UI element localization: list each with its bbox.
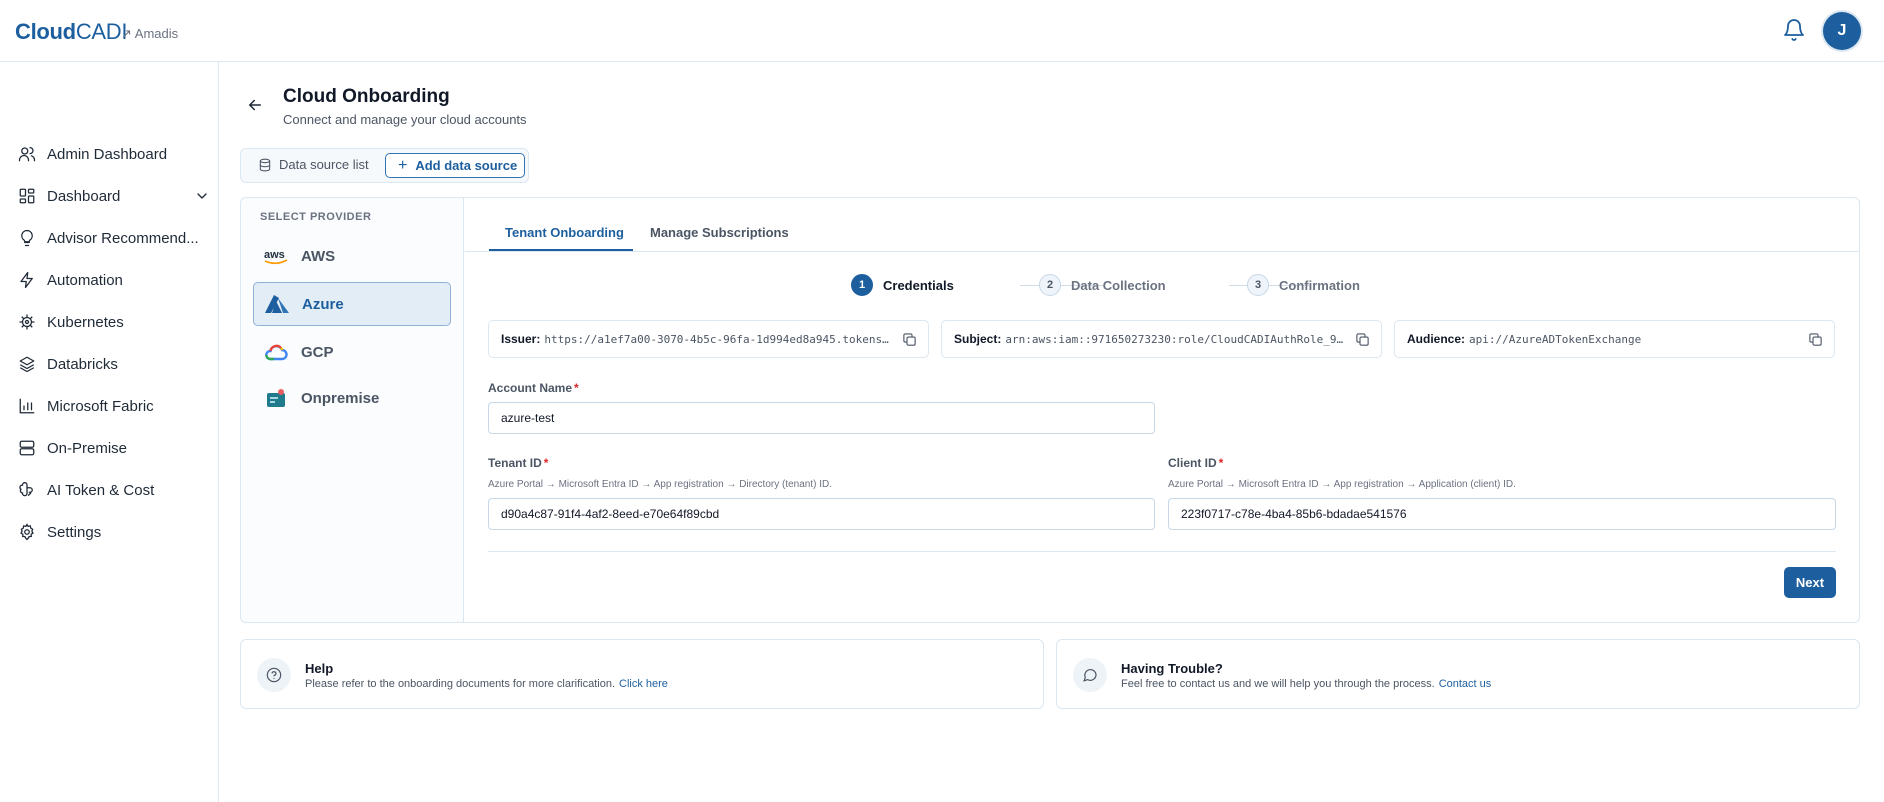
account-name-label: Account Name *	[488, 381, 579, 395]
audience-box: Audience: api://AzureADTokenExchange	[1394, 320, 1835, 358]
tenant-id-label: Tenant ID *	[488, 456, 549, 470]
user-avatar[interactable]: J	[1823, 12, 1861, 50]
bell-icon[interactable]	[1782, 18, 1806, 42]
add-data-source-tab[interactable]: + Add data source	[385, 153, 525, 178]
provider-title: SELECT PROVIDER	[260, 211, 372, 223]
sidebar-item-on-premise[interactable]: On-Premise	[18, 434, 214, 462]
provider-onpremise[interactable]: Onpremise	[253, 376, 451, 420]
step-data-collection: 2 Data Collection	[1039, 274, 1166, 296]
stepper: 1 Credentials 2 Data Collection 3 Confir…	[465, 274, 1859, 298]
plus-icon: +	[398, 156, 408, 174]
provider-aws[interactable]: aws AWS	[253, 234, 451, 278]
contact-link[interactable]: Contact us	[1439, 678, 1492, 690]
trouble-icon-wrap	[1073, 658, 1107, 692]
sidebar-item-settings[interactable]: Settings	[18, 518, 214, 546]
trouble-title: Having Trouble?	[1121, 661, 1223, 676]
database-icon	[259, 158, 271, 171]
issuer-box: Issuer: https://a1ef7a00-3070-4b5c-96fa-…	[488, 320, 929, 358]
tenant-id-hint: Azure Portal → Microsoft Entra ID → App …	[488, 479, 833, 490]
help-icon-wrap	[257, 658, 291, 692]
provider-azure[interactable]: Azure	[253, 282, 451, 326]
issuer-value: https://a1ef7a00-3070-4b5c-96fa-1d994ed8…	[544, 332, 889, 346]
step-confirmation: 3 Confirmation	[1247, 274, 1360, 296]
tenant-id-input[interactable]	[488, 498, 1155, 530]
account-name-input[interactable]	[488, 402, 1155, 434]
copy-icon[interactable]	[902, 332, 917, 347]
sidebar-item-dashboard[interactable]: Dashboard	[18, 182, 214, 210]
sidebar-item-advisor[interactable]: Advisor Recommend...	[18, 224, 214, 252]
provider-gcp[interactable]: GCP	[253, 330, 451, 374]
data-source-list-tab[interactable]: Data source list	[258, 157, 369, 172]
grid-icon	[19, 188, 35, 204]
next-button[interactable]: Next	[1784, 567, 1836, 598]
client-id-hint: Azure Portal → Microsoft Entra ID → App …	[1168, 479, 1516, 490]
users-icon	[18, 146, 36, 162]
onboarding-tabs: Tenant Onboarding Manage Subscriptions	[465, 198, 1859, 252]
sidebar-item-ai-token-cost[interactable]: AI Token & Cost	[18, 476, 214, 504]
help-title: Help	[305, 661, 334, 676]
aws-logo-icon: aws	[263, 245, 289, 267]
bolt-icon	[20, 271, 33, 289]
gear-icon	[20, 523, 34, 541]
chevron-down-icon[interactable]	[194, 188, 210, 204]
svg-text:aws: aws	[264, 249, 285, 261]
step-credentials: 1 Credentials	[851, 274, 954, 296]
server-icon	[19, 440, 35, 456]
sidebar: Admin Dashboard Dashboard Advisor Recomm…	[0, 62, 219, 802]
client-id-input[interactable]	[1168, 498, 1836, 530]
active-tab-indicator	[489, 249, 633, 251]
helm-icon	[19, 314, 35, 330]
form-divider	[488, 551, 1836, 552]
subject-box: Subject: arn:aws:iam::971650273230:role/…	[941, 320, 1382, 358]
question-circle-icon	[266, 667, 282, 683]
sidebar-item-microsoft-fabric[interactable]: Microsoft Fabric	[18, 392, 214, 420]
page-subtitle: Connect and manage your cloud accounts	[283, 112, 527, 127]
top-bar: CloudCADI ↗ Amadis J	[0, 0, 1884, 62]
sidebar-item-automation[interactable]: Automation	[18, 266, 214, 294]
onpremise-logo-icon	[263, 387, 289, 409]
data-source-tabs: Data source list + Add data source	[240, 148, 529, 183]
brand-logo[interactable]: CloudCADI	[15, 19, 128, 45]
copy-icon[interactable]	[1808, 332, 1823, 347]
trouble-card: Having Trouble? Feel free to contact us …	[1056, 639, 1860, 709]
layers-icon	[19, 356, 35, 373]
help-card: Help Please refer to the onboarding docu…	[240, 639, 1044, 709]
back-arrow-icon[interactable]	[246, 96, 264, 114]
tab-tenant-onboarding[interactable]: Tenant Onboarding	[505, 225, 624, 240]
help-text: Please refer to the onboarding documents…	[305, 678, 668, 690]
audience-value: api://AzureADTokenExchange	[1469, 332, 1642, 346]
tab-manage-subscriptions[interactable]: Manage Subscriptions	[650, 225, 789, 240]
gcp-logo-icon	[263, 341, 289, 363]
lightbulb-icon	[21, 229, 33, 247]
org-name[interactable]: ↗ Amadis	[121, 26, 178, 42]
sidebar-item-admin-dashboard[interactable]: Admin Dashboard	[18, 140, 214, 168]
chat-bubble-icon	[1083, 669, 1097, 682]
copy-icon[interactable]	[1355, 332, 1370, 347]
sidebar-item-kubernetes[interactable]: Kubernetes	[18, 308, 214, 336]
help-link[interactable]: Click here	[619, 678, 668, 690]
provider-selector: SELECT PROVIDER aws AWS Azure GCP Onprem…	[241, 198, 464, 622]
client-id-label: Client ID *	[1168, 456, 1224, 470]
brain-icon	[19, 482, 33, 497]
trouble-text: Feel free to contact us and we will help…	[1121, 678, 1492, 690]
sidebar-item-databricks[interactable]: Databricks	[18, 350, 214, 378]
subject-value: arn:aws:iam::971650273230:role/CloudCADI…	[1005, 332, 1344, 346]
azure-logo-icon	[264, 293, 290, 315]
onboarding-panel: SELECT PROVIDER aws AWS Azure GCP Onprem…	[240, 197, 1860, 623]
page-title: Cloud Onboarding	[283, 86, 450, 107]
bar-chart-icon	[19, 398, 35, 414]
